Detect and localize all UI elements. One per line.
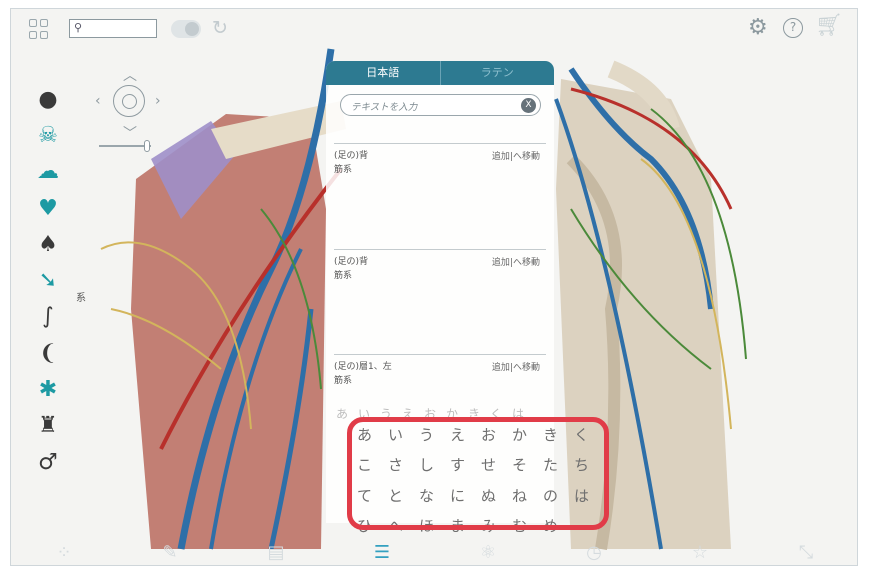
pencil-icon[interactable]: ✎ <box>150 542 190 563</box>
brain-icon[interactable]: ☁ <box>33 154 63 190</box>
list-item[interactable]: (足の)層1、左 筋系 追加|へ移動 <box>334 354 546 406</box>
chevron-up-icon[interactable]: ︿ <box>123 65 137 85</box>
skull-icon[interactable]: ☠ <box>33 117 63 153</box>
keyboard-highlight-box <box>347 417 609 530</box>
rotate-ring-icon[interactable] <box>113 85 145 117</box>
toggle-knob <box>185 22 199 36</box>
pelvis-icon[interactable]: ♜ <box>33 408 63 444</box>
goto-button[interactable]: へ移動 <box>513 363 540 373</box>
cart-icon[interactable]: 🛒︎ <box>815 13 843 38</box>
list-icon[interactable]: ☰ <box>362 542 402 563</box>
add-button[interactable]: 追加 <box>492 258 510 268</box>
help-icon[interactable]: ? <box>783 18 803 38</box>
panel-search-input[interactable] <box>351 97 511 118</box>
clear-search-button[interactable]: X <box>521 98 536 113</box>
chevron-left-icon[interactable]: ‹ <box>95 93 101 109</box>
muscle-icon[interactable]: ➘ <box>33 262 63 298</box>
star-icon[interactable]: ☆ <box>680 542 720 563</box>
view-toggle[interactable] <box>171 20 201 38</box>
tab-latin[interactable]: ラテン <box>439 61 555 85</box>
lymph-icon[interactable]: ✱ <box>33 371 63 407</box>
male-icon[interactable]: ♂ <box>33 444 63 480</box>
add-button[interactable]: 追加 <box>492 363 510 373</box>
search-input[interactable]: ⚲ <box>69 19 157 38</box>
search-icon: ⚲ <box>74 21 83 34</box>
expand-icon[interactable]: ⤡ <box>786 542 826 563</box>
result-name: (足の)背 <box>334 151 369 161</box>
result-system: 筋系 <box>334 376 353 386</box>
lungs-icon[interactable]: ♠ <box>33 226 63 262</box>
language-tabs: 日本語 ラテン <box>326 61 554 85</box>
systems-sidebar: ● ☠ ☁ ♥ ♠ ➘ ∫ ❨ ✱ ♜ ♂ <box>33 81 63 480</box>
notes-icon[interactable]: ▤ <box>256 542 296 563</box>
app-window: ⚲ ↻ ⚙ ? 🛒︎ ︿ ‹ › ﹀ ● ☠ ☁ ♥ ♠ ➘ ∫ ❨ ✱ ♜ ♂… <box>10 8 858 566</box>
result-system: 筋系 <box>334 271 353 281</box>
tab-japanese[interactable]: 日本語 <box>326 61 440 85</box>
goto-button[interactable]: へ移動 <box>513 152 540 162</box>
reset-icon[interactable]: ↻ <box>212 17 228 39</box>
chevron-down-icon[interactable]: ﹀ <box>123 123 137 143</box>
atom-icon[interactable]: ⚛ <box>468 542 508 563</box>
bottom-toolbar: ⁘ ✎ ▤ ☰ ⚛ ◷ ☆ ⤡ <box>11 537 857 565</box>
system-label: 系 <box>76 293 86 304</box>
settings-icon[interactable]: ⚙ <box>748 15 768 40</box>
result-system: 筋系 <box>334 165 353 175</box>
body-icon[interactable]: ● <box>33 81 63 117</box>
heart-icon[interactable]: ♥ <box>33 190 63 226</box>
grid-icon[interactable] <box>29 19 49 39</box>
history-icon[interactable]: ◷ <box>574 542 614 563</box>
nodes-icon[interactable]: ⁘ <box>44 542 84 563</box>
chevron-right-icon[interactable]: › <box>155 93 161 109</box>
rotate-control[interactable]: ︿ ‹ › ﹀ <box>93 65 167 155</box>
list-item[interactable]: (足の)背 筋系 追加|へ移動 <box>334 249 546 355</box>
stomach-icon[interactable]: ∫ <box>33 299 63 335</box>
list-item[interactable]: (足の)背 筋系 追加|へ移動 <box>334 143 546 249</box>
result-name: (足の)層1、左 <box>334 362 392 372</box>
zoom-slider-handle[interactable] <box>144 140 150 152</box>
kidney-icon[interactable]: ❨ <box>33 335 63 371</box>
result-name: (足の)背 <box>334 257 369 267</box>
add-button[interactable]: 追加 <box>492 152 510 162</box>
goto-button[interactable]: へ移動 <box>513 258 540 268</box>
panel-search-field[interactable]: X <box>340 94 541 118</box>
